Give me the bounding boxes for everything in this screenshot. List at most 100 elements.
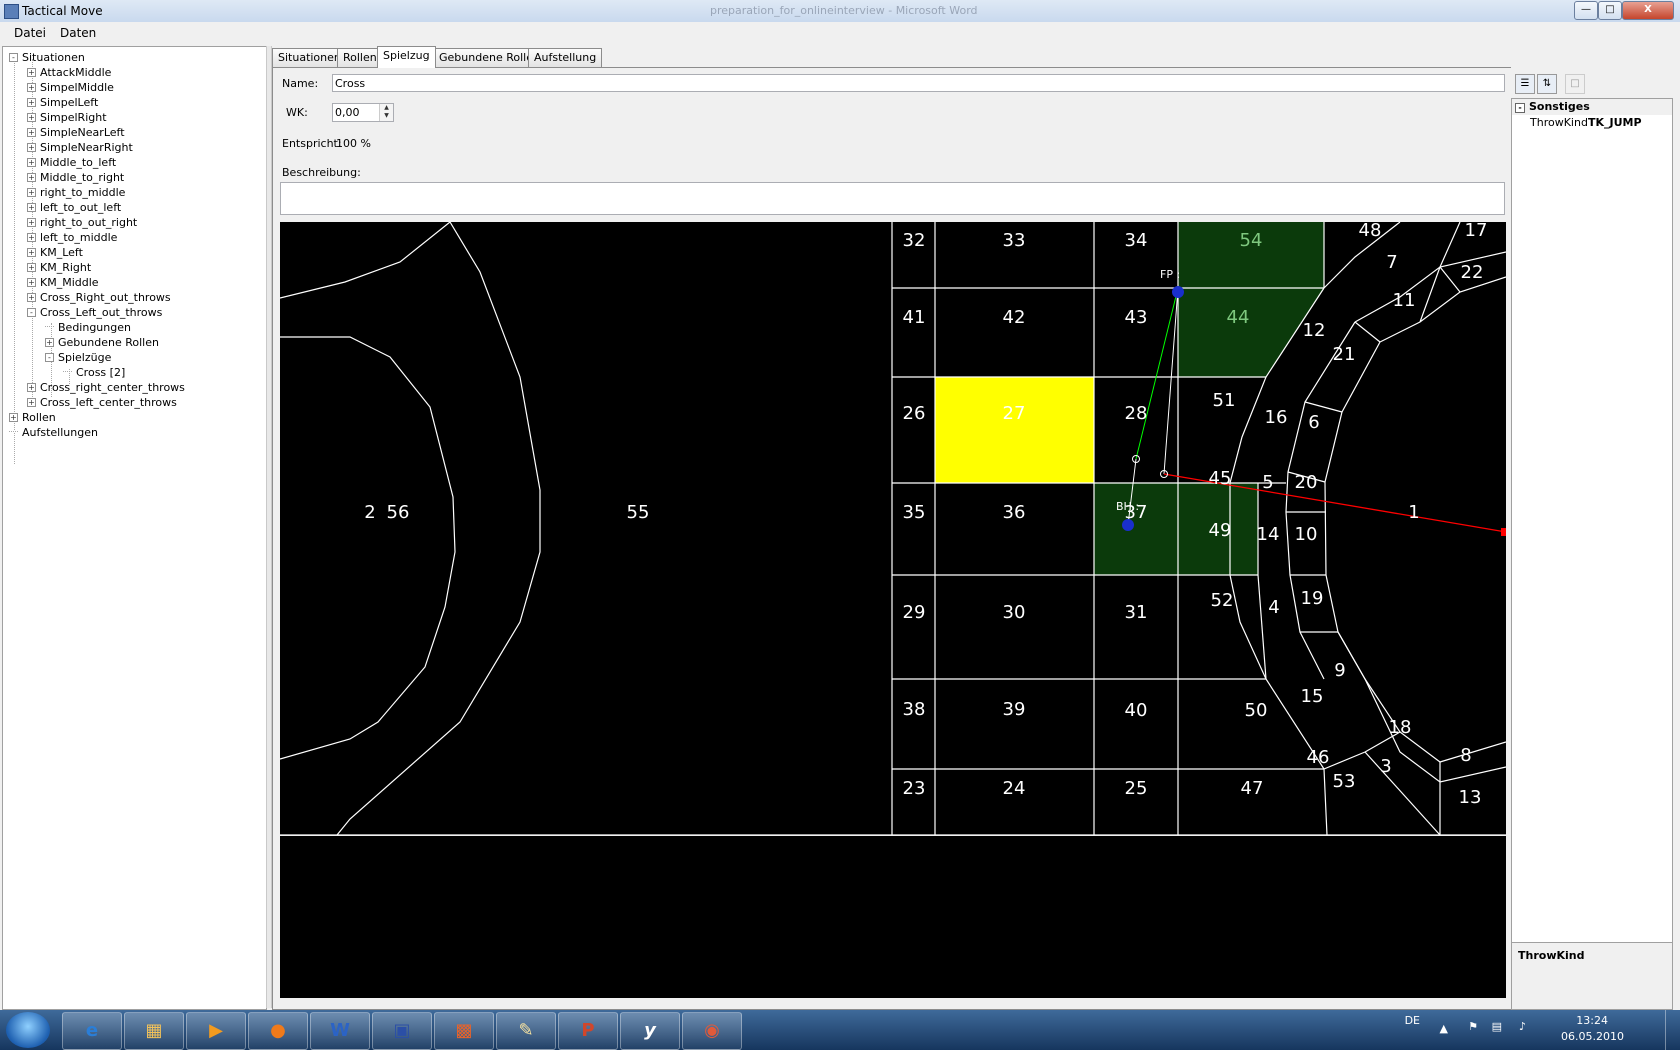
tree-item[interactable]: + right_to_out_right xyxy=(27,215,137,230)
expand-icon[interactable]: + xyxy=(27,398,36,407)
language-indicator[interactable]: DE xyxy=(1405,1014,1420,1027)
property-pages-icon[interactable]: □ xyxy=(1565,74,1585,94)
expand-icon[interactable]: + xyxy=(27,113,36,122)
tree-item[interactable]: + SimpleNearRight xyxy=(27,140,133,155)
tree-item[interactable]: + KM_Left xyxy=(27,245,83,260)
network-icon[interactable]: ▤ xyxy=(1492,1020,1502,1033)
expand-icon[interactable]: + xyxy=(27,188,36,197)
media-player-icon[interactable]: ▶ xyxy=(186,1012,246,1050)
expand-icon[interactable]: + xyxy=(27,278,36,287)
tree-item[interactable]: Bedingungen xyxy=(45,320,131,335)
close-button[interactable]: X xyxy=(1622,1,1674,20)
tree-item[interactable]: + right_to_middle xyxy=(27,185,125,200)
tab-aufstellung[interactable]: Aufstellung xyxy=(528,48,603,67)
tray-expand-icon[interactable]: ▲ xyxy=(1440,1022,1448,1035)
sort-alpha-icon[interactable]: ⇅ xyxy=(1537,74,1557,94)
property-list[interactable]: - Sonstiges ThrowKind TK_JUMP xyxy=(1511,98,1673,1010)
tree-item[interactable]: + Rollen xyxy=(9,410,56,425)
property-value[interactable]: TK_JUMP xyxy=(1588,115,1642,131)
powerpoint-icon[interactable]: P xyxy=(558,1012,618,1050)
maximize-button[interactable]: □ xyxy=(1598,1,1622,20)
tree-item[interactable]: + SimpelMiddle xyxy=(27,80,114,95)
explorer-icon[interactable]: ▦ xyxy=(124,1012,184,1050)
tree-item[interactable]: - Situationen xyxy=(9,50,85,65)
clock-date[interactable]: 06.05.2010 xyxy=(1561,1030,1624,1043)
minimize-button[interactable]: — xyxy=(1574,1,1598,20)
collapse-icon[interactable]: - xyxy=(45,353,54,362)
player-fp[interactable] xyxy=(1172,286,1184,298)
tree-item[interactable]: Cross [2] xyxy=(63,365,125,380)
tree-item[interactable]: + SimpelRight xyxy=(27,110,107,125)
beschreibung-field[interactable] xyxy=(280,182,1505,215)
tree-item[interactable]: + Gebundene Rollen xyxy=(45,335,159,350)
wk-spin-buttons[interactable]: ▲ ▼ xyxy=(379,104,393,121)
expand-icon[interactable]: + xyxy=(27,128,36,137)
expand-icon[interactable]: + xyxy=(27,263,36,272)
volume-icon[interactable]: ♪ xyxy=(1519,1020,1526,1033)
collapse-icon[interactable]: - xyxy=(9,53,18,62)
zone-label-25: 25 xyxy=(1125,778,1148,799)
zone-label-44: 44 xyxy=(1227,307,1250,328)
name-field[interactable]: Cross xyxy=(332,74,1505,92)
expand-icon[interactable]: + xyxy=(27,293,36,302)
expand-icon[interactable]: + xyxy=(27,83,36,92)
property-row-throwkind[interactable]: ThrowKind TK_JUMP xyxy=(1512,115,1672,131)
clock-time[interactable]: 13:24 xyxy=(1576,1014,1608,1027)
tree-item[interactable]: - Cross_Left_out_throws xyxy=(27,305,162,320)
property-category[interactable]: - Sonstiges xyxy=(1512,99,1672,115)
expand-icon[interactable]: + xyxy=(45,338,54,347)
expand-icon[interactable]: + xyxy=(27,203,36,212)
field-canvas[interactable]: FP : BH : 123456789101112131415161718192… xyxy=(279,220,1507,836)
tactical-field[interactable]: FP : BH : 1 2 3 4 5 6 7 8 9 10 11 12 13 14 15 16 17 18 19 2… xyxy=(279,220,1507,836)
tree-item[interactable]: + SimpleNearLeft xyxy=(27,125,125,140)
tree-item[interactable]: + left_to_middle xyxy=(27,230,117,245)
expand-icon[interactable]: + xyxy=(27,383,36,392)
tab-rollen[interactable]: Rollen xyxy=(337,48,383,67)
tree-item[interactable]: + Middle_to_right xyxy=(27,170,124,185)
tab-gebundene-rolle[interactable]: Gebundene Rolle xyxy=(433,48,539,67)
expand-icon[interactable]: + xyxy=(27,68,36,77)
tab-spielzug[interactable]: Spielzug xyxy=(377,46,436,68)
notepad-icon[interactable]: ✎ xyxy=(496,1012,556,1050)
expand-icon[interactable]: + xyxy=(27,98,36,107)
expand-icon[interactable]: + xyxy=(27,218,36,227)
tree-item-label: Gebundene Rollen xyxy=(58,336,159,349)
tree-item[interactable]: + Cross_right_center_throws xyxy=(27,380,185,395)
save-icon[interactable]: ▣ xyxy=(372,1012,432,1050)
show-desktop-button[interactable] xyxy=(1665,1010,1680,1050)
yed-icon[interactable]: y xyxy=(620,1012,680,1050)
situation-tree[interactable]: - Situationen + AttackMiddle + SimpelMiddle + S… xyxy=(2,46,267,1010)
expand-icon[interactable]: + xyxy=(27,233,36,242)
start-button[interactable] xyxy=(6,1012,50,1048)
zone-label-18: 18 xyxy=(1389,717,1412,738)
tree-item[interactable]: Aufstellungen xyxy=(9,425,98,440)
expand-icon[interactable]: + xyxy=(9,413,18,422)
word-icon[interactable]: W xyxy=(310,1012,370,1050)
expand-icon[interactable]: + xyxy=(27,173,36,182)
tree-connector xyxy=(45,326,54,327)
tree-item[interactable]: - Spielzüge xyxy=(45,350,111,365)
menu-daten[interactable]: Daten xyxy=(60,26,96,40)
tab-situationen[interactable]: Situationen xyxy=(272,48,347,67)
tree-item[interactable]: + AttackMiddle xyxy=(27,65,111,80)
menu-datei[interactable]: Datei xyxy=(14,26,46,40)
expand-icon[interactable]: + xyxy=(27,158,36,167)
collapse-icon[interactable]: - xyxy=(27,308,36,317)
categorized-icon[interactable]: ☰ xyxy=(1515,74,1535,94)
tree-item[interactable]: + Cross_left_center_throws xyxy=(27,395,177,410)
tree-item[interactable]: + Cross_Right_out_throws xyxy=(27,290,171,305)
office-icon[interactable]: ▩ xyxy=(434,1012,494,1050)
tree-item[interactable]: + KM_Right xyxy=(27,260,91,275)
tactical-move-icon[interactable]: ◉ xyxy=(682,1012,742,1050)
tree-item[interactable]: + SimpelLeft xyxy=(27,95,98,110)
expand-icon[interactable]: + xyxy=(27,248,36,257)
tree-item[interactable]: + left_to_out_left xyxy=(27,200,121,215)
collapse-icon[interactable]: - xyxy=(1515,103,1525,113)
flag-icon[interactable]: ⚑ xyxy=(1468,1020,1478,1033)
tree-item[interactable]: + KM_Middle xyxy=(27,275,99,290)
wk-stepper[interactable]: 0,00 ▲ ▼ xyxy=(332,103,394,122)
tree-item[interactable]: + Middle_to_left xyxy=(27,155,116,170)
firefox-icon[interactable]: ● xyxy=(248,1012,308,1050)
internet-explorer-icon[interactable]: e xyxy=(62,1012,122,1050)
expand-icon[interactable]: + xyxy=(27,143,36,152)
